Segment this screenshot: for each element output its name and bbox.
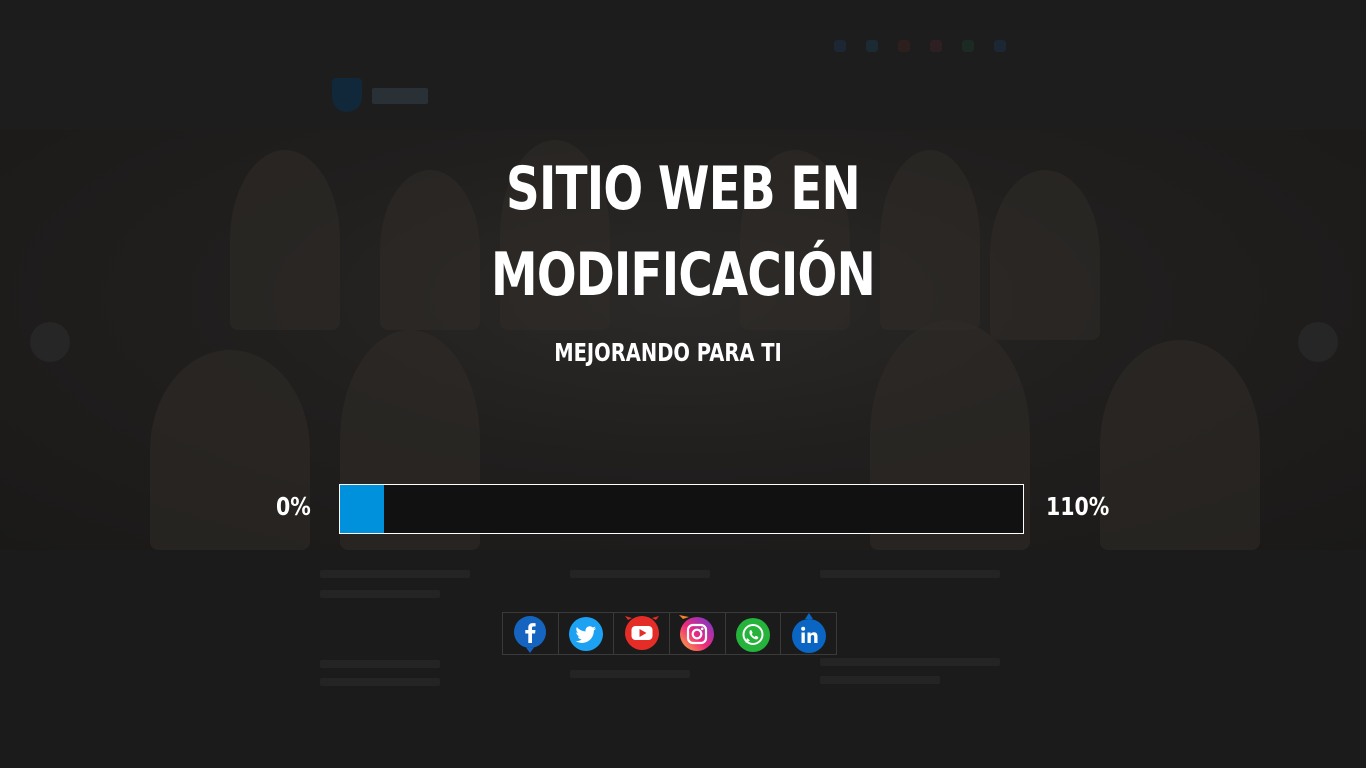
facebook-link[interactable] bbox=[503, 613, 559, 654]
progress-max-label: 110% bbox=[1046, 492, 1110, 521]
maintenance-overlay: SITIO WEB EN MODIFICACIÓN MEJORANDO PARA… bbox=[0, 0, 1366, 768]
title-line-2: MODIFICACIÓN bbox=[491, 240, 876, 310]
maintenance-title: SITIO WEB EN MODIFICACIÓN bbox=[449, 146, 917, 318]
whatsapp-icon bbox=[736, 617, 771, 652]
facebook-icon bbox=[514, 615, 547, 653]
whatsapp-link[interactable] bbox=[726, 613, 782, 654]
twitter-link[interactable] bbox=[559, 613, 615, 654]
maintenance-subtitle: MEJORANDO PARA TI bbox=[554, 338, 782, 367]
instagram-icon bbox=[679, 614, 715, 651]
instagram-link[interactable] bbox=[670, 613, 726, 654]
linkedin-link[interactable] bbox=[781, 612, 836, 654]
title-line-1: SITIO WEB EN bbox=[506, 154, 861, 224]
social-links-bar bbox=[502, 612, 837, 655]
twitter-icon bbox=[569, 616, 603, 651]
progress-min-label: 0% bbox=[276, 492, 311, 521]
progress-bar bbox=[339, 484, 1024, 534]
progress-bar-fill bbox=[340, 485, 384, 533]
youtube-icon bbox=[624, 615, 659, 650]
youtube-link[interactable] bbox=[614, 613, 671, 654]
linkedin-icon bbox=[791, 612, 826, 653]
